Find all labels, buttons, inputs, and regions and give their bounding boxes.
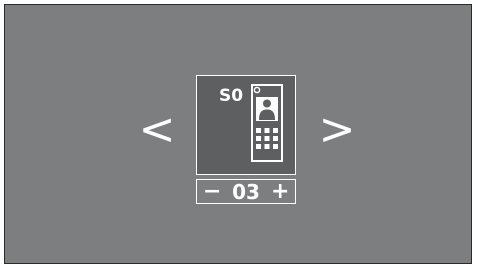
- next-arrow-button[interactable]: >: [317, 105, 357, 155]
- previous-arrow-button[interactable]: <: [137, 105, 177, 155]
- device-label: S0: [219, 86, 244, 106]
- decrement-button[interactable]: −: [203, 180, 221, 203]
- door-station-icon: [251, 84, 283, 162]
- increment-button[interactable]: +: [271, 180, 289, 203]
- station-number-stepper: − 03 +: [196, 179, 296, 204]
- station-number-value: 03: [232, 179, 260, 204]
- door-station-screen: < S0 − 03 + >: [4, 4, 472, 264]
- device-card[interactable]: S0: [196, 75, 296, 175]
